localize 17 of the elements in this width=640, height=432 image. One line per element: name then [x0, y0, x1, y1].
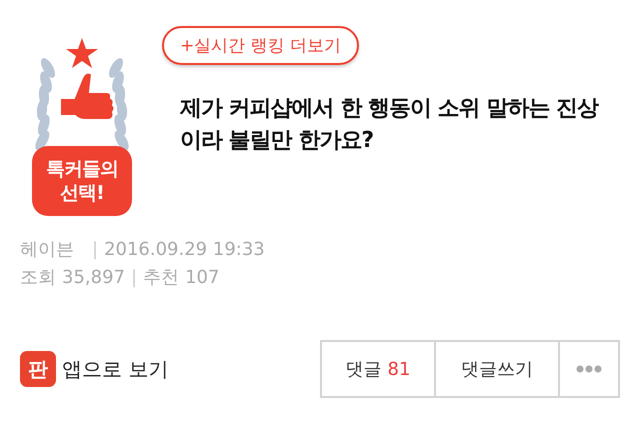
comment-label: 댓글	[346, 358, 382, 381]
post-date: 2016.09.29 19:33	[104, 238, 265, 262]
app-link-label: 앱으로 보기	[62, 356, 168, 382]
ranking-link[interactable]: +실시간 랭킹 더보기	[162, 26, 360, 65]
views-label: 조회	[20, 266, 56, 290]
post-title: 제가 커피샵에서 한 행동이 소위 말하는 진상이라 불릴만 한가요?	[180, 95, 600, 155]
more-icon	[576, 365, 602, 373]
badge-label: 톡커들의 선택!	[32, 146, 132, 216]
author-name: 헤이븐	[20, 238, 74, 262]
recommend-label: 추천	[143, 266, 180, 290]
separator: |	[130, 266, 138, 290]
app-link[interactable]: 판 앱으로 보기	[20, 351, 168, 387]
separator: |	[92, 238, 98, 262]
recommend-count: 107	[185, 266, 220, 290]
comment-count: 81	[388, 358, 410, 380]
views-count: 35,897	[62, 266, 125, 290]
app-icon: 판	[20, 351, 56, 387]
